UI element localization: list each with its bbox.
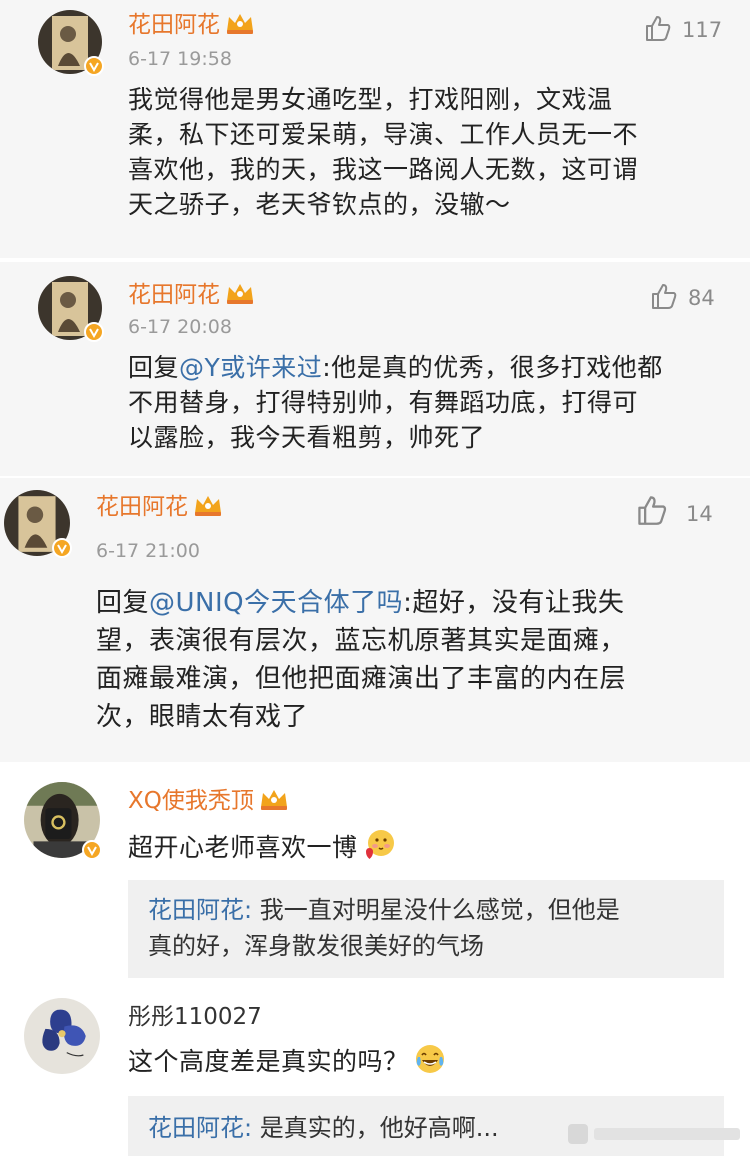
avatar[interactable] <box>4 490 72 558</box>
avatar[interactable] <box>38 276 104 342</box>
comment-text: 这个高度差是真实的吗？ <box>128 1042 728 1079</box>
reply-username[interactable]: 花田阿花 <box>148 896 244 924</box>
comment-text: 回复@UNIQ今天合体了吗:超好，没有让我失 望，表演很有层次，蓝忘机原著其实是… <box>96 588 627 732</box>
comment-time: 6-17 20:08 <box>128 316 232 338</box>
crown-icon <box>227 14 253 34</box>
comment-time: 6-17 21:00 <box>96 540 200 562</box>
crown-icon <box>195 496 221 516</box>
verified-badge-icon <box>84 322 104 342</box>
avatar[interactable] <box>38 10 104 76</box>
watermark-logo <box>568 1124 740 1144</box>
verified-badge-icon <box>52 538 72 558</box>
reply-username[interactable]: 花田阿花 <box>148 1114 244 1142</box>
like-button[interactable]: 117 <box>644 14 722 44</box>
username[interactable]: 彤彤110027 <box>128 1002 262 1032</box>
reply-box[interactable]: 花田阿花: 我一直对明星没什么感觉，但他是 真的好，浑身散发很美好的气场 <box>128 880 724 978</box>
comment-text: 我觉得他是男女通吃型，打戏阳刚，文戏温 柔，私下还可爱呆萌，导演、工作人员无一不… <box>128 85 639 219</box>
avatar[interactable] <box>24 782 102 860</box>
like-button[interactable]: 84 <box>650 282 715 312</box>
mention-link[interactable]: @Y或许来过 <box>179 353 322 382</box>
like-count: 14 <box>686 502 713 526</box>
username[interactable]: XQ使我秃顶 <box>128 786 290 816</box>
crown-icon <box>260 790 287 810</box>
comment-text: 超开心老师喜欢一博 <box>128 828 728 865</box>
username[interactable]: 花田阿花 <box>128 280 256 310</box>
mention-link[interactable]: @UNIQ今天合体了吗 <box>149 588 403 618</box>
thumbs-up-icon <box>638 496 667 525</box>
thumbs-up-icon <box>646 16 671 41</box>
like-button[interactable]: 14 <box>636 494 713 528</box>
username[interactable]: 花田阿花 <box>128 10 256 40</box>
thumbs-up-icon <box>652 284 677 309</box>
reply-prefix: 回复 <box>128 353 180 382</box>
like-count: 117 <box>682 18 723 42</box>
tears-of-joy-emoji <box>415 1045 444 1073</box>
crown-icon <box>227 284 253 304</box>
reply-prefix: 回复 <box>96 588 150 618</box>
comment-text: 回复@Y或许来过:他是真的优秀，很多打戏他都 不用替身，打得特别帅，有舞蹈功底，… <box>128 353 663 452</box>
avatar[interactable] <box>24 998 100 1074</box>
verified-badge-icon <box>84 56 104 76</box>
like-count: 84 <box>688 286 715 310</box>
comment-time: 6-17 19:58 <box>128 48 232 70</box>
blush-heart-emoji <box>365 830 394 859</box>
verified-badge-icon <box>82 840 102 860</box>
username[interactable]: 花田阿花 <box>96 492 224 522</box>
